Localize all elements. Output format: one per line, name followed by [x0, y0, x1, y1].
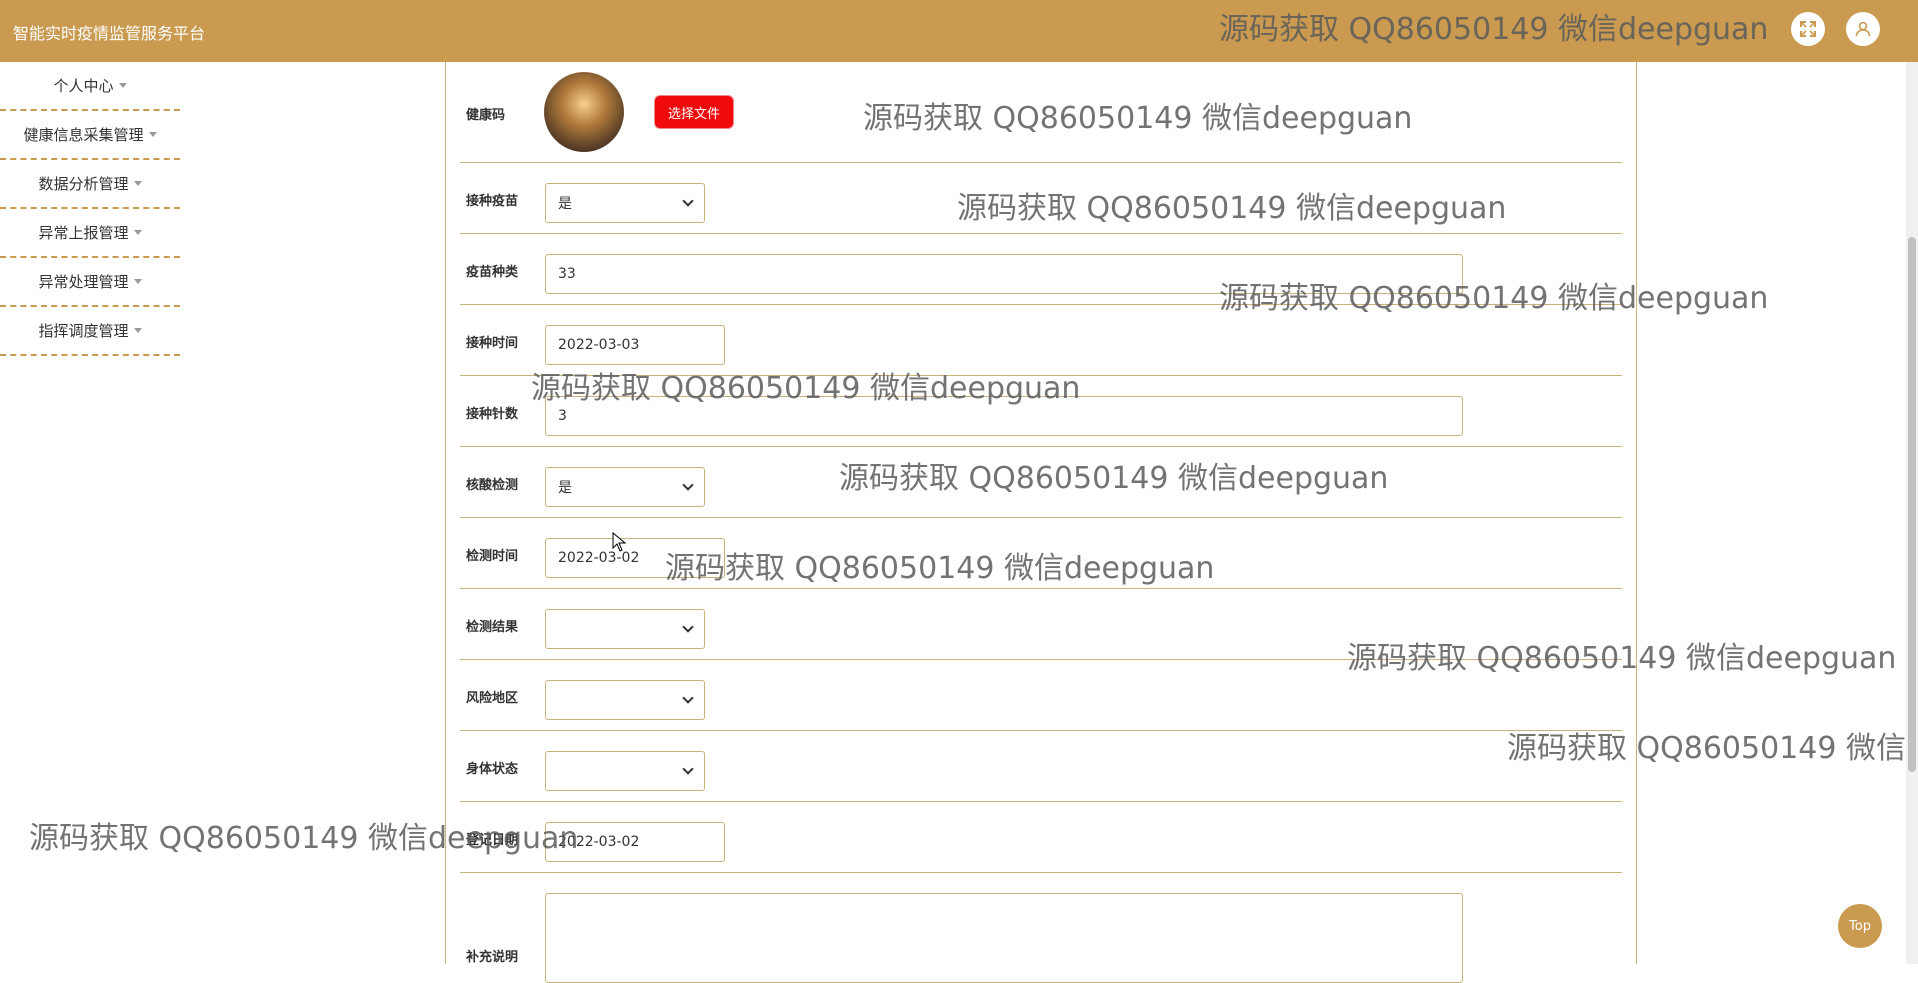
caret-down-icon	[118, 83, 127, 88]
sidebar: 个人中心 健康信息采集管理 数据分析管理 异常上报管理 异常处理管理 指挥调度管…	[0, 62, 180, 356]
user-menu-button[interactable]	[1846, 12, 1880, 46]
vaccinated-select[interactable]: 是	[545, 183, 705, 223]
user-icon	[1855, 21, 1871, 37]
watermark-text: 源码获取 QQ86050149 微信deepguan	[29, 821, 579, 856]
vaccine-type-label: 疫苗种类	[466, 265, 519, 280]
watermark-text: 源码获取 QQ86050149 微信deepguan	[863, 101, 1413, 136]
vaccine-type-value: 33	[558, 266, 576, 282]
fullscreen-icon	[1800, 21, 1816, 37]
watermark-clip: 源码获取 QQ86050149 微信deepguan	[1507, 723, 1906, 767]
fullscreen-button[interactable]	[1791, 12, 1825, 46]
sidebar-item-anomaly-report[interactable]: 异常上报管理	[0, 209, 180, 258]
choose-file-button[interactable]: 选择文件	[654, 95, 734, 129]
watermark-text: 源码获取 QQ86050149 微信deepguan	[1219, 12, 1769, 47]
form-row-notes: 补充说明	[460, 873, 1622, 983]
caret-down-icon	[148, 132, 157, 137]
dose-count-value: 3	[558, 408, 567, 424]
vaccination-time-value: 2022-03-03	[558, 337, 640, 353]
sidebar-item-label: 指挥调度管理	[38, 322, 129, 340]
notes-label: 补充说明	[466, 950, 519, 965]
vaccination-time-label: 接种时间	[466, 336, 519, 351]
sidebar-item-label: 健康信息采集管理	[23, 126, 144, 144]
app-title: 智能实时疫情监管服务平台	[13, 24, 206, 43]
caret-down-icon	[133, 230, 142, 235]
test-result-select[interactable]	[545, 609, 705, 649]
chevron-down-icon	[682, 479, 694, 491]
chevron-down-icon	[682, 195, 694, 207]
sidebar-item-label: 异常上报管理	[38, 224, 129, 242]
nucleic-test-select[interactable]: 是	[545, 467, 705, 507]
body-status-label: 身体状态	[466, 762, 519, 777]
caret-down-icon	[133, 279, 142, 284]
risk-area-label: 风险地区	[466, 691, 519, 706]
caret-down-icon	[133, 328, 142, 333]
page-scrollbar[interactable]	[1906, 62, 1918, 964]
sidebar-item-health-info[interactable]: 健康信息采集管理	[0, 111, 180, 160]
mouse-cursor-icon	[612, 532, 626, 552]
watermark-text: 源码获取 QQ86050149 微信deepguan	[1219, 281, 1769, 316]
test-time-label: 检测时间	[466, 549, 519, 564]
back-to-top-button[interactable]: Top	[1838, 904, 1882, 948]
vaccinated-label: 接种疫苗	[466, 194, 519, 209]
health-code-label: 健康码	[466, 108, 506, 123]
nucleic-test-label: 核酸检测	[466, 478, 519, 493]
sidebar-item-anomaly-handling[interactable]: 异常处理管理	[0, 258, 180, 307]
chevron-down-icon	[682, 621, 694, 633]
sidebar-item-personal-center[interactable]: 个人中心	[0, 62, 180, 111]
health-code-image	[544, 72, 624, 152]
caret-down-icon	[133, 181, 142, 186]
form-row-body-status: 身体状态	[460, 731, 1622, 802]
dose-count-label: 接种针数	[466, 407, 519, 422]
watermark-text: 源码获取 QQ86050149 微信deepguan	[665, 551, 1215, 586]
sidebar-item-data-analysis[interactable]: 数据分析管理	[0, 160, 180, 209]
notes-textarea[interactable]	[545, 893, 1463, 983]
form-row-register-date: 登记日期 2022-03-02	[460, 802, 1622, 873]
sidebar-item-label: 异常处理管理	[38, 273, 129, 291]
sidebar-item-label: 数据分析管理	[38, 175, 129, 193]
chevron-down-icon	[682, 763, 694, 775]
vaccination-time-input[interactable]: 2022-03-03	[545, 325, 725, 365]
risk-area-select[interactable]	[545, 680, 705, 720]
chevron-down-icon	[682, 692, 694, 704]
vaccinated-value: 是	[558, 196, 572, 212]
watermark-text: 源码获取 QQ86050149 微信deepguan	[1347, 641, 1897, 676]
test-time-value: 2022-03-02	[558, 550, 640, 566]
watermark-text: 源码获取 QQ86050149 微信deepguan	[957, 191, 1507, 226]
watermark-text: 源码获取 QQ86050149 微信deepguan	[531, 371, 1081, 406]
sidebar-item-label: 个人中心	[53, 77, 114, 95]
watermark-text: 源码获取 QQ86050149 微信deepguan	[839, 461, 1389, 496]
sidebar-item-command-dispatch[interactable]: 指挥调度管理	[0, 307, 180, 356]
body-status-select[interactable]	[545, 751, 705, 791]
scrollbar-thumb[interactable]	[1908, 237, 1916, 772]
watermark-text: 源码获取 QQ86050149 微信deepguan	[1507, 731, 1906, 766]
nucleic-test-value: 是	[558, 480, 572, 496]
test-result-label: 检测结果	[466, 620, 519, 635]
